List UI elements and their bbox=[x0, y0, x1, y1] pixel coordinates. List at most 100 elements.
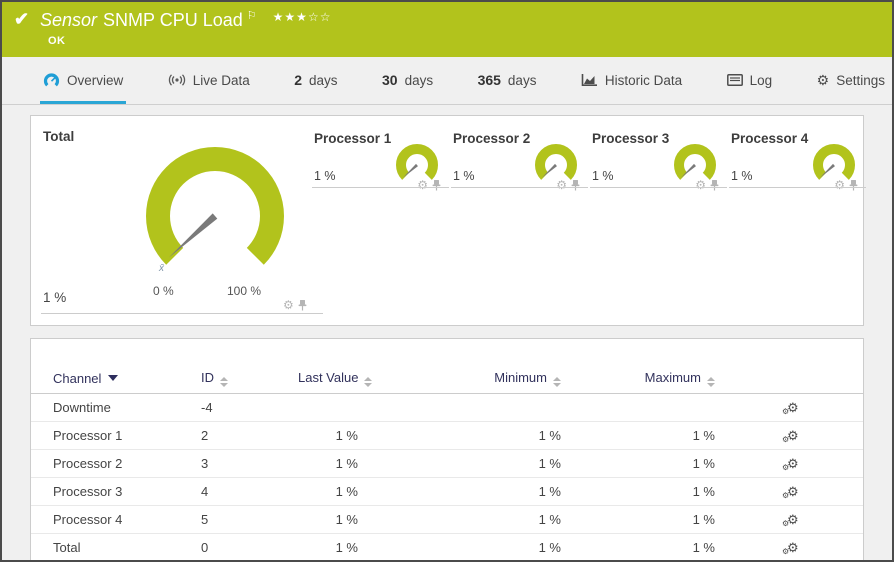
tab-label: Live Data bbox=[192, 72, 250, 88]
channel-last-value: 1 % bbox=[335, 484, 358, 499]
sort-icon bbox=[220, 376, 228, 387]
mini-gauge-value: 1 % bbox=[453, 169, 475, 183]
table-row-processor-1: Processor 1 2 1 % 1 % 1 % ⚙ ⚙ bbox=[31, 422, 863, 450]
table-row-total: Total 0 1 % 1 % 1 % ⚙ ⚙ bbox=[31, 534, 863, 560]
channel-settings-icon[interactable]: ⚙ ⚙ bbox=[782, 485, 799, 500]
mini-gauge-label: Processor 4 bbox=[731, 131, 809, 146]
tab-label: days bbox=[309, 72, 338, 88]
pin-icon[interactable] bbox=[571, 179, 580, 191]
tab-overview[interactable]: Overview bbox=[40, 59, 127, 104]
channel-minimum: 1 % bbox=[538, 428, 561, 443]
column-header-maximum[interactable]: Maximum bbox=[561, 370, 715, 387]
sort-icon bbox=[553, 376, 561, 387]
channel-minimum: 1 % bbox=[538, 456, 561, 471]
mini-gauge-processor-3: Processor 3 1 % ⚙ bbox=[590, 126, 727, 191]
table-row-processor-2: Processor 2 3 1 % 1 % 1 % ⚙ ⚙ bbox=[31, 450, 863, 478]
tab-label: days bbox=[404, 72, 434, 88]
channel-id: 3 bbox=[201, 456, 209, 471]
mini-gauge-processor-1: Processor 1 1 % ⚙ bbox=[312, 126, 449, 191]
table-row-processor-4: Processor 4 5 1 % 1 % 1 % ⚙ ⚙ bbox=[31, 506, 863, 534]
total-gauge-label: Total bbox=[43, 129, 75, 144]
divider bbox=[312, 187, 449, 188]
table-row-processor-3: Processor 3 4 1 % 1 % 1 % ⚙ ⚙ bbox=[31, 478, 863, 506]
total-gauge-actions: ⚙ bbox=[283, 299, 307, 311]
processor-gauge bbox=[674, 144, 716, 180]
channel-settings-icon[interactable]: ⚙ ⚙ bbox=[782, 429, 799, 444]
tab-label: Overview bbox=[67, 72, 124, 88]
channel-last-value: 1 % bbox=[335, 456, 358, 471]
mini-gauge-label: Processor 1 bbox=[314, 131, 392, 146]
gauge-settings-icon[interactable]: ⚙ bbox=[556, 179, 567, 191]
processor-gauge bbox=[813, 144, 855, 180]
tab-live-data[interactable]: Live Data bbox=[165, 59, 253, 104]
tab-label: Historic Data bbox=[604, 72, 683, 88]
tab-bar: Overview Live Data 2 days 30 days 365 da… bbox=[2, 59, 892, 105]
tab-settings[interactable]: ⚙ Settings bbox=[814, 59, 888, 104]
divider bbox=[41, 313, 323, 314]
channel-id: 5 bbox=[201, 512, 209, 527]
total-gauge-value: 1 % bbox=[43, 290, 67, 305]
tab-365-days[interactable]: 365 days bbox=[475, 59, 540, 104]
gauge-settings-icon[interactable]: ⚙ bbox=[834, 179, 845, 191]
tab-number: 2 bbox=[294, 72, 303, 88]
column-header-id[interactable]: ID bbox=[201, 370, 298, 387]
channel-name: Processor 3 bbox=[53, 484, 123, 499]
channel-settings-icon[interactable]: ⚙ ⚙ bbox=[782, 401, 799, 416]
channel-id: 4 bbox=[201, 484, 209, 499]
channel-settings-icon[interactable]: ⚙ ⚙ bbox=[782, 513, 799, 528]
flag-icon[interactable]: ⚐ bbox=[247, 10, 257, 22]
channel-minimum: 1 % bbox=[538, 484, 561, 499]
mini-gauge-value: 1 % bbox=[731, 169, 753, 183]
total-gauge-scale-min: 0 % bbox=[153, 284, 174, 298]
tab-historic-data[interactable]: Historic Data bbox=[578, 59, 685, 104]
channel-maximum: 1 % bbox=[692, 540, 715, 555]
gear-icon: ⚙ bbox=[816, 72, 830, 88]
tab-label: Log bbox=[749, 72, 773, 88]
divider bbox=[451, 187, 588, 188]
mini-gauge-value: 1 % bbox=[314, 169, 336, 183]
gauge-settings-icon[interactable]: ⚙ bbox=[695, 179, 706, 191]
channel-minimum: 1 % bbox=[538, 512, 561, 527]
divider bbox=[729, 187, 866, 188]
pin-icon[interactable] bbox=[298, 299, 307, 311]
tab-number: 365 bbox=[477, 72, 501, 88]
mini-gauge-actions: ⚙ bbox=[556, 179, 580, 191]
channel-id: -4 bbox=[201, 400, 213, 415]
channel-maximum: 1 % bbox=[692, 456, 715, 471]
column-header-channel[interactable]: Channel bbox=[53, 371, 201, 386]
status-check-icon: ✔ bbox=[14, 9, 30, 29]
sensor-type-label: Sensor bbox=[40, 10, 98, 30]
channel-settings-icon[interactable]: ⚙ ⚙ bbox=[782, 541, 799, 556]
mini-gauge-actions: ⚙ bbox=[834, 179, 858, 191]
channel-maximum: 1 % bbox=[692, 428, 715, 443]
mini-gauge-label: Processor 2 bbox=[453, 131, 531, 146]
gauges-panel: Total x̄ 0 % 100 % 1 % ⚙ Processor 1 1 %… bbox=[30, 115, 866, 326]
channel-id: 2 bbox=[201, 428, 209, 443]
mini-gauge-processor-4: Processor 4 1 % ⚙ bbox=[729, 126, 866, 191]
gauge-settings-icon[interactable]: ⚙ bbox=[417, 179, 428, 191]
tab-2-days[interactable]: 2 days bbox=[291, 59, 340, 104]
tab-log[interactable]: Log bbox=[724, 59, 776, 104]
channel-name: Processor 1 bbox=[53, 428, 123, 443]
pin-icon[interactable] bbox=[432, 179, 441, 191]
channel-name: Total bbox=[53, 540, 81, 555]
channel-maximum: 1 % bbox=[692, 484, 715, 499]
channel-settings-icon[interactable]: ⚙ ⚙ bbox=[782, 457, 799, 472]
priority-stars[interactable]: ★★★☆☆ bbox=[273, 10, 332, 24]
channel-table-header: Channel ID Last Value Minimum Maximum bbox=[31, 363, 863, 394]
mini-gauge-processor-2: Processor 2 1 % ⚙ bbox=[451, 126, 588, 191]
column-header-last-value[interactable]: Last Value bbox=[298, 370, 386, 387]
pin-icon[interactable] bbox=[710, 179, 719, 191]
gauge-settings-icon[interactable]: ⚙ bbox=[283, 299, 294, 311]
tab-label: days bbox=[507, 72, 537, 88]
pin-icon[interactable] bbox=[849, 179, 858, 191]
tab-30-days[interactable]: 30 days bbox=[379, 59, 436, 104]
broadcast-icon bbox=[168, 74, 185, 86]
prtg-sensor-page: ✔ Sensor SNMP CPU Load ⚐ ★★★☆☆ OK Overview … bbox=[0, 0, 894, 562]
table-row-downtime: Downtime -4 ⚙ ⚙ bbox=[31, 394, 863, 422]
processor-gauge bbox=[535, 144, 577, 180]
column-header-minimum[interactable]: Minimum bbox=[386, 370, 561, 387]
channel-id: 0 bbox=[201, 540, 209, 555]
status-badge: OK bbox=[48, 35, 66, 47]
channel-name: Processor 2 bbox=[53, 456, 123, 471]
